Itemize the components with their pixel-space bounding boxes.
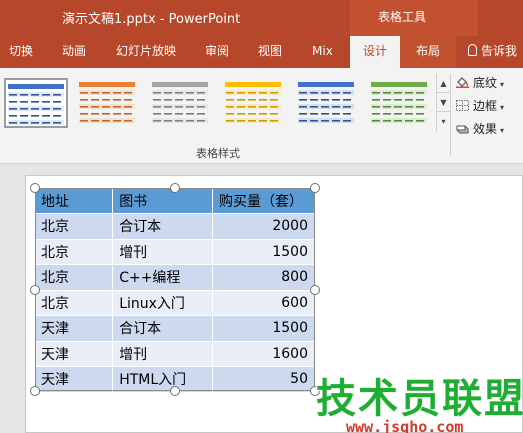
tab-view[interactable]: 视图 <box>256 36 284 68</box>
tab-review[interactable]: 审阅 <box>203 36 231 68</box>
borders-icon <box>456 100 469 111</box>
document-title: 演示文稿1.pptx - PowerPoint <box>62 12 241 27</box>
borders-button[interactable]: 边框 ▾ <box>456 97 504 114</box>
resize-handle[interactable] <box>170 386 180 396</box>
table-style-preview-icon <box>225 82 281 123</box>
effects-icon <box>456 125 469 134</box>
resize-handle[interactable] <box>30 183 40 193</box>
resize-handle[interactable] <box>170 183 180 193</box>
table-cell-book[interactable]: 合订本 <box>112 315 214 342</box>
table-style-thumbnail[interactable] <box>223 78 287 128</box>
tab-layout[interactable]: 布局 <box>400 36 456 68</box>
gallery-scroll-up-button[interactable]: ▲ <box>437 74 450 93</box>
resize-handle[interactable] <box>30 386 40 396</box>
tell-me-search[interactable]: 告诉我 <box>468 36 517 68</box>
table-style-thumbnail[interactable] <box>4 78 68 128</box>
table-cell-address[interactable]: 天津 <box>35 341 114 367</box>
table-cell-address[interactable]: 天津 <box>35 315 114 342</box>
table-style-preview-icon <box>8 84 64 125</box>
table-cell-address[interactable]: 天津 <box>35 366 114 393</box>
table-styles-group-label: 表格样式 <box>196 147 240 160</box>
table-cell-book[interactable]: HTML入门 <box>112 366 214 393</box>
watermark-url: www.jsgho.com <box>346 418 464 433</box>
resize-handle[interactable] <box>310 183 320 193</box>
header-cell-quantity[interactable]: 购买量（套） <box>212 188 315 214</box>
table-cell-address[interactable]: 北京 <box>35 213 114 240</box>
gallery-scroll-down-button[interactable]: ▼ <box>437 93 450 112</box>
lightbulb-icon <box>468 44 477 56</box>
table-cell-quantity[interactable]: 800 <box>212 264 315 291</box>
table-style-preview-icon <box>298 82 354 123</box>
site-watermark: 技术员联盟 www.jsgho.com <box>296 366 523 433</box>
table-cell-quantity[interactable]: 1500 <box>212 239 315 265</box>
table-cell-address[interactable]: 北京 <box>35 290 114 316</box>
tab-transitions[interactable]: 切换 <box>7 36 35 68</box>
shading-button[interactable]: 底纹 ▾ <box>456 74 504 91</box>
slide-canvas: 地址 图书 购买量（套） 北京 合订本 2000 北京 增刊 1500 北京 C++编程 800… <box>25 175 523 433</box>
table-cell-quantity[interactable]: 1500 <box>212 315 315 342</box>
table-style-thumbnail[interactable] <box>369 78 433 128</box>
table-cell-quantity[interactable]: 600 <box>212 290 315 316</box>
table-row: 天津 合订本 1500 <box>35 315 315 342</box>
table-cell-quantity[interactable]: 1600 <box>212 341 315 367</box>
table-cell-address[interactable]: 北京 <box>35 239 114 265</box>
gallery-scroller: ▲ ▼ ▾ <box>436 74 450 132</box>
table-row: 北京 增刊 1500 <box>35 239 315 265</box>
gallery-more-button[interactable]: ▾ <box>437 112 450 131</box>
effects-button[interactable]: 效果 ▾ <box>456 120 504 137</box>
table-cell-book[interactable]: C++编程 <box>112 264 214 291</box>
table-style-preview-icon <box>371 82 427 123</box>
table-style-preview-icon <box>79 82 135 123</box>
table-cell-book[interactable]: Linux入门 <box>112 290 214 316</box>
tab-slideshow[interactable]: 幻灯片放映 <box>114 36 178 68</box>
group-separator <box>450 74 451 156</box>
tab-mix[interactable]: Mix <box>310 36 335 68</box>
table-row: 北京 C++编程 800 <box>35 264 315 291</box>
tab-design[interactable]: 设计 <box>350 36 400 68</box>
tab-animations[interactable]: 动画 <box>60 36 88 68</box>
table-cell-book[interactable]: 增刊 <box>112 239 214 265</box>
table-cell-book[interactable]: 合订本 <box>112 213 214 240</box>
data-table[interactable]: 地址 图书 购买量（套） 北京 合订本 2000 北京 增刊 1500 北京 C++编程 800… <box>35 188 315 393</box>
slide-work-area: 地址 图书 购买量（套） 北京 合订本 2000 北京 增刊 1500 北京 C++编程 800… <box>0 165 523 433</box>
table-cell-address[interactable]: 北京 <box>35 264 114 291</box>
table-style-preview-icon <box>152 82 208 123</box>
header-cell-address[interactable]: 地址 <box>35 188 114 214</box>
table-row: 北京 合订本 2000 <box>35 213 315 240</box>
paint-bucket-icon <box>456 77 469 88</box>
table-cell-book[interactable]: 增刊 <box>112 341 214 367</box>
table-styles-gallery <box>0 74 436 132</box>
resize-handle[interactable] <box>310 284 320 295</box>
table-style-thumbnail[interactable] <box>296 78 360 128</box>
table-row: 北京 Linux入门 600 <box>35 290 315 316</box>
table-row: 天津 增刊 1600 <box>35 341 315 367</box>
table-tools-context-header: 表格工具 <box>350 0 478 36</box>
title-bar: 演示文稿1.pptx - PowerPoint 表格工具 <box>0 0 523 36</box>
ribbon-panel: ▲ ▼ ▾ 底纹 ▾ 边框 ▾ 效果 ▾ 表格样式 <box>0 68 523 164</box>
table-cell-quantity[interactable]: 2000 <box>212 213 315 240</box>
watermark-logo-text: 技术员联盟 <box>315 375 523 423</box>
resize-handle[interactable] <box>30 284 40 295</box>
table-style-thumbnail[interactable] <box>77 78 141 128</box>
header-cell-book[interactable]: 图书 <box>112 188 214 214</box>
table-style-thumbnail[interactable] <box>150 78 214 128</box>
context-title: 表格工具 <box>378 10 427 24</box>
ribbon-tabs: 切换 动画 幻灯片放映 审阅 视图 Mix 设计 布局 告诉我 <box>0 36 523 68</box>
